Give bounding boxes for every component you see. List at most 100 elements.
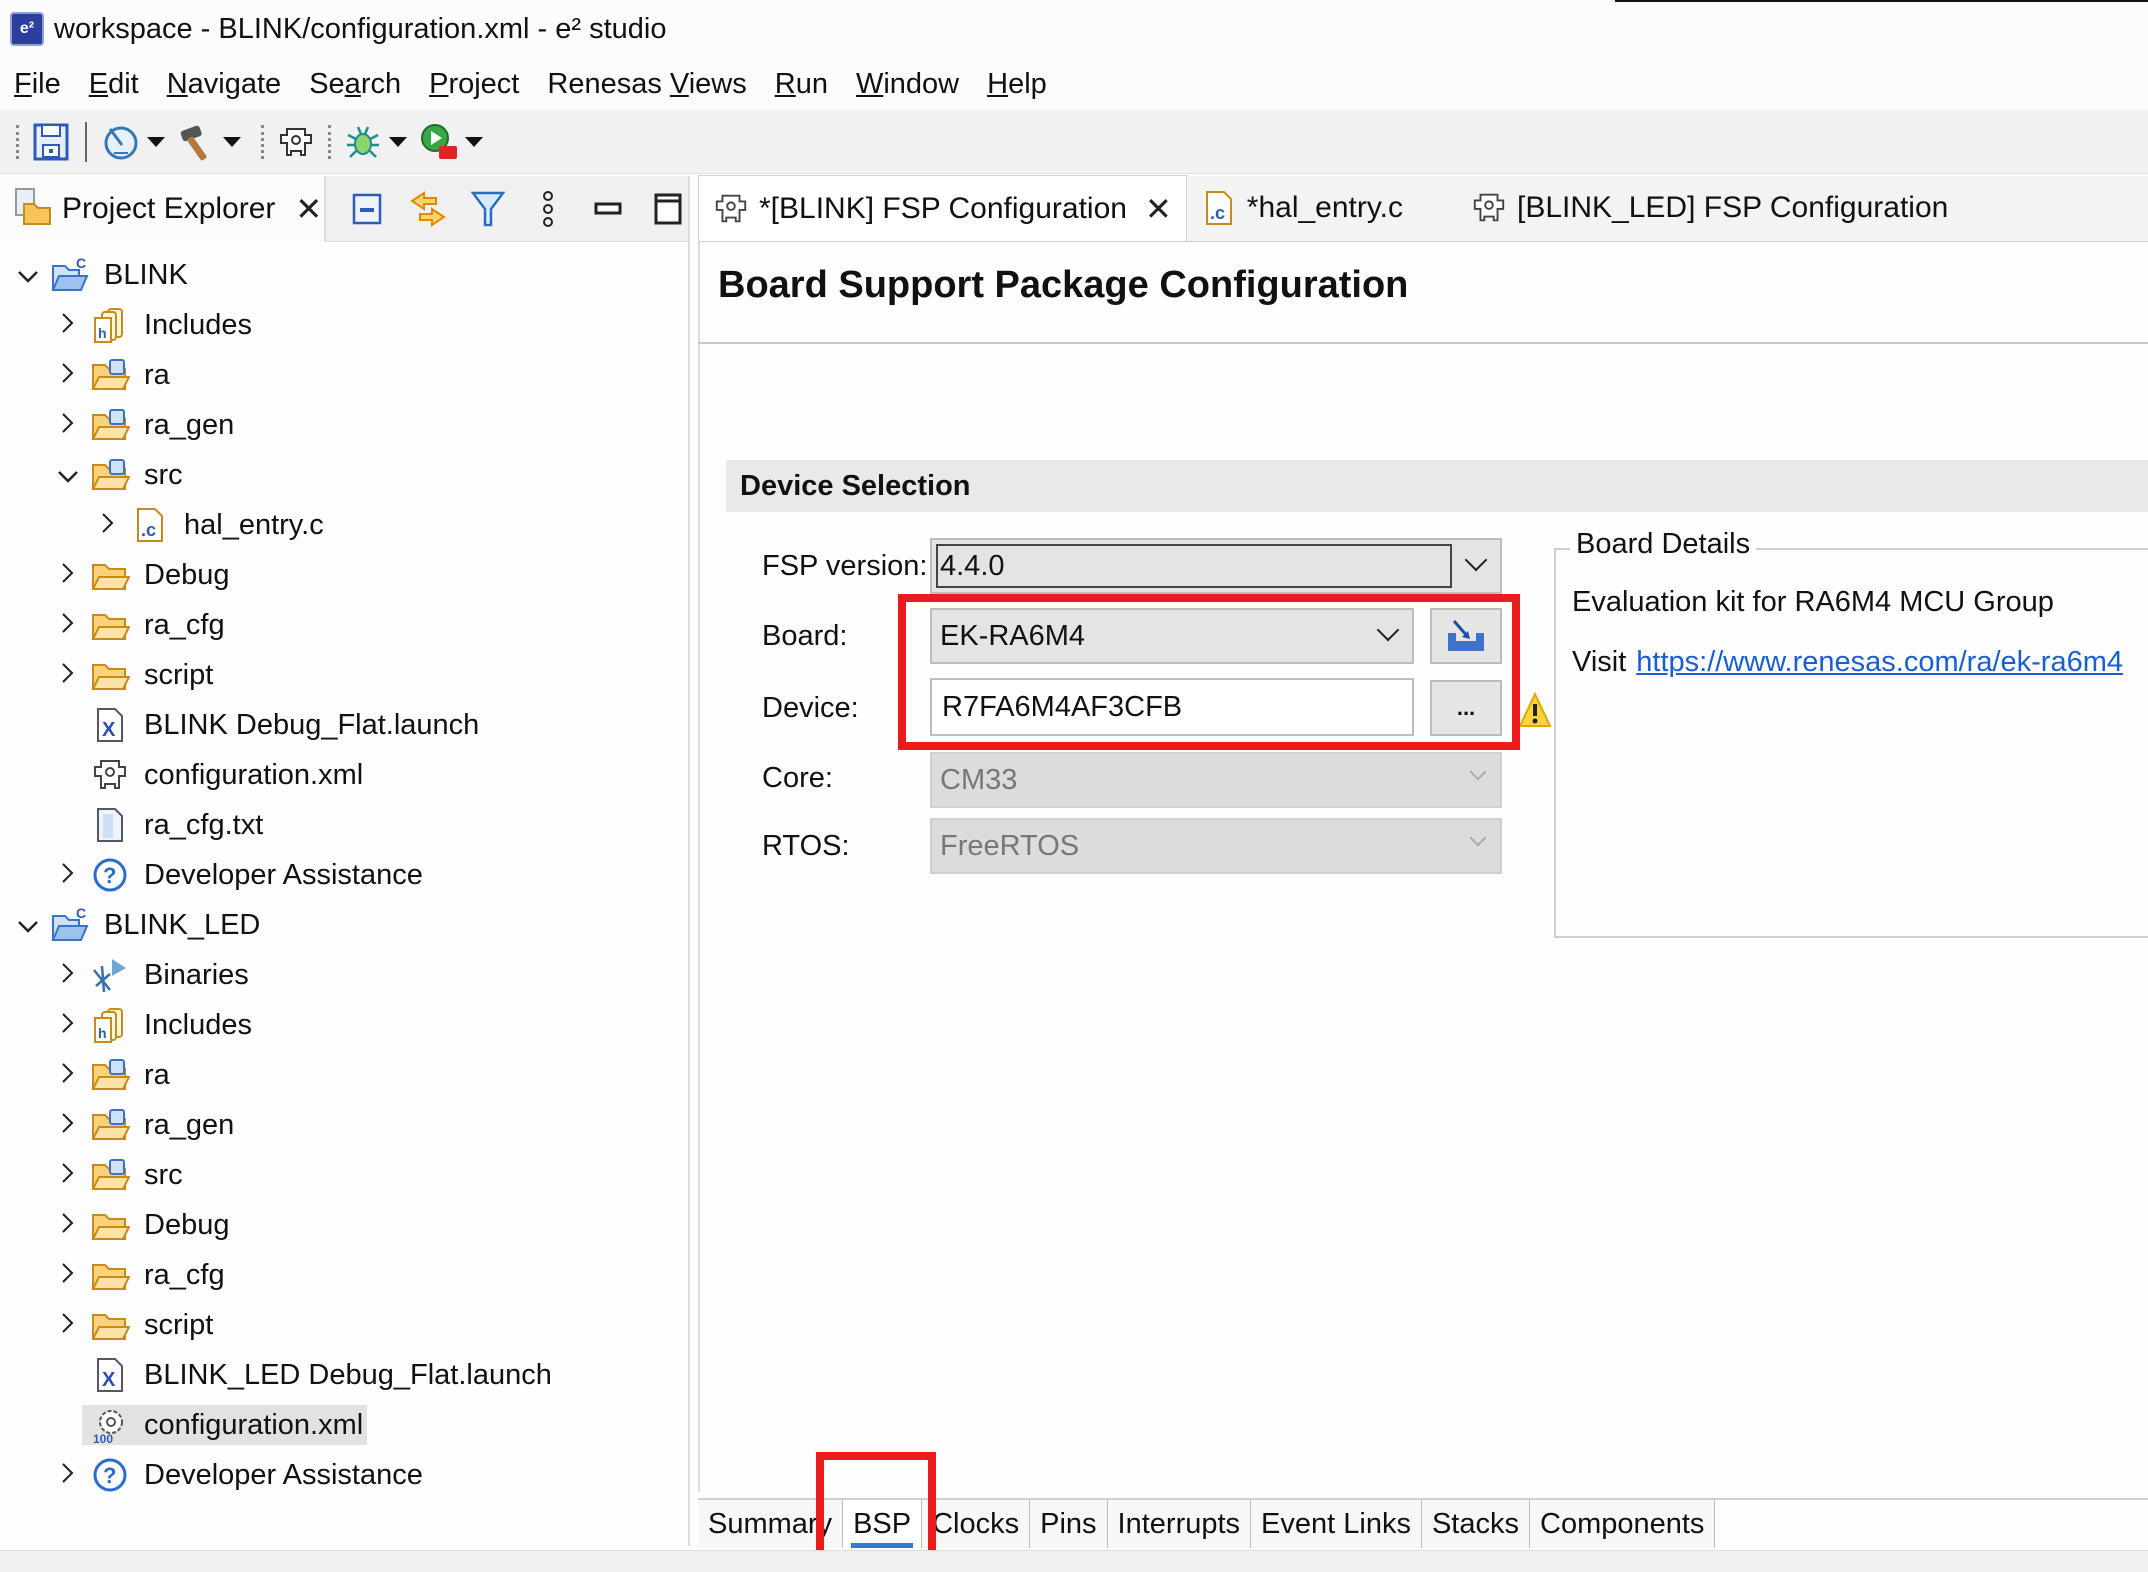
tab-summary[interactable]: Summary [698, 1500, 844, 1548]
chevron-right-icon[interactable] [54, 310, 82, 341]
view-menu-icon[interactable] [528, 187, 568, 231]
help-icon: ? [90, 855, 130, 895]
link-editor-icon[interactable] [408, 187, 448, 231]
editor-tab[interactable]: *[BLINK] FSP Configuration ✕ [698, 175, 1187, 241]
menu-project[interactable]: Project [429, 68, 519, 101]
chevron-right-icon[interactable] [54, 1160, 82, 1191]
chevron-right-icon[interactable] [54, 1210, 82, 1241]
fsp-version-label: FSP version: [762, 550, 928, 582]
minimize-icon[interactable] [588, 187, 628, 231]
board-dropdown[interactable]: EK-RA6M4 [930, 608, 1414, 664]
rtos-dropdown[interactable]: FreeRTOS [930, 818, 1502, 874]
tree-item[interactable]: ra_cfg [0, 1250, 688, 1300]
build-config-dropdown[interactable] [147, 136, 165, 147]
tree-item[interactable]: ra_gen [0, 400, 688, 450]
chevron-down-icon[interactable] [14, 260, 42, 291]
tree-item[interactable]: src [0, 1150, 688, 1200]
tree-item-label: Debug [144, 1208, 230, 1241]
browse-device-button[interactable]: ... [1430, 680, 1502, 736]
menu-window[interactable]: Window [856, 68, 959, 101]
menu-edit[interactable]: Edit [89, 68, 139, 101]
menu-search[interactable]: Search [309, 68, 401, 101]
tree-item[interactable]: script [0, 650, 688, 700]
menu-label-part: ile [31, 67, 61, 100]
chevron-right-icon[interactable] [54, 410, 82, 441]
tree-item[interactable]: ra_cfg.txt [0, 800, 688, 850]
rtos-value: FreeRTOS [940, 829, 1080, 862]
chevron-right-icon[interactable] [54, 1310, 82, 1341]
tree-item[interactable]: X BLINK_LED Debug_Flat.launch [0, 1350, 688, 1400]
tree-item[interactable]: X BLINK Debug_Flat.launch [0, 700, 688, 750]
tree-item[interactable]: ra [0, 1050, 688, 1100]
tree-item[interactable]: ra [0, 350, 688, 400]
menu-help[interactable]: Help [987, 68, 1047, 101]
chevron-right-icon[interactable] [54, 960, 82, 991]
collapse-all-icon[interactable] [348, 187, 388, 231]
board-link[interactable]: https://www.renesas.com/ra/ek-ra6m4 [1636, 646, 2123, 678]
tree-item[interactable]: .c hal_entry.c [0, 500, 688, 550]
chevron-down-icon [1376, 618, 1400, 642]
maximize-icon[interactable] [648, 187, 688, 231]
chevron-right-icon[interactable] [54, 1460, 82, 1491]
chevron-right-icon[interactable] [54, 1110, 82, 1141]
chevron-right-icon[interactable] [54, 610, 82, 641]
tree-item[interactable]: ? Developer Assistance [0, 850, 688, 900]
tree-item[interactable]: ra_cfg [0, 600, 688, 650]
chevron-right-icon[interactable] [54, 1260, 82, 1291]
tab-bsp[interactable]: BSP [843, 1500, 923, 1548]
tab-pins[interactable]: Pins [1030, 1500, 1108, 1548]
menu-renesas-views[interactable]: Renesas Views [547, 68, 746, 101]
tab-clocks[interactable]: Clocks [922, 1500, 1031, 1548]
menu-run[interactable]: Run [775, 68, 828, 101]
chevron-right-icon[interactable] [54, 1010, 82, 1041]
chevron-right-icon[interactable] [54, 860, 82, 891]
fsp-config-icon[interactable] [274, 120, 318, 164]
chevron-down-icon[interactable] [54, 460, 82, 491]
run-launch-icon[interactable] [417, 120, 461, 164]
tree-item[interactable]: ? Developer Assistance [0, 1450, 688, 1500]
tree-item[interactable]: Debug [0, 550, 688, 600]
tree-item[interactable]: C BLINK_LED [0, 900, 688, 950]
tab-components[interactable]: Components [1530, 1500, 1716, 1548]
tree-item[interactable]: configuration.xml [0, 750, 688, 800]
run-dropdown[interactable] [465, 136, 483, 147]
menu-navigate[interactable]: Navigate [167, 68, 281, 101]
tree-item[interactable]: C BLINK [0, 250, 688, 300]
chevron-down-icon[interactable] [14, 910, 42, 941]
fsp-version-dropdown[interactable]: 4.4.0 [930, 538, 1502, 594]
build-hammer-icon[interactable] [175, 120, 219, 164]
tree-item[interactable]: script [0, 1300, 688, 1350]
chevron-right-icon[interactable] [54, 660, 82, 691]
project-explorer-tab[interactable]: Project Explorer ✕ [0, 175, 326, 242]
debug-bug-icon[interactable] [341, 120, 385, 164]
tab-event-links[interactable]: Event Links [1251, 1500, 1422, 1548]
tree-item[interactable]: Binaries [0, 950, 688, 1000]
tree-item-content: src [82, 1155, 187, 1195]
tree-item[interactable]: Debug [0, 1200, 688, 1250]
build-dropdown[interactable] [223, 136, 241, 147]
chevron-right-icon[interactable] [54, 1060, 82, 1091]
tab-stacks[interactable]: Stacks [1421, 1500, 1530, 1548]
tree-item[interactable]: h Includes [0, 300, 688, 350]
tree-item[interactable]: h Includes [0, 1000, 688, 1050]
filter-icon[interactable] [468, 187, 508, 231]
import-board-button[interactable] [1430, 608, 1502, 664]
build-config-icon[interactable] [99, 120, 143, 164]
save-icon[interactable] [29, 120, 73, 164]
tab-interrupts[interactable]: Interrupts [1107, 1500, 1252, 1548]
c-project-icon: C [50, 255, 90, 295]
chevron-right-icon[interactable] [54, 360, 82, 391]
chevron-right-icon[interactable] [94, 510, 122, 541]
tree-item[interactable]: 100 configuration.xml [0, 1400, 688, 1450]
tree-item[interactable]: ra_gen [0, 1100, 688, 1150]
tree-item[interactable]: src [0, 450, 688, 500]
editor-tab[interactable]: .c *hal_entry.c [1187, 175, 1417, 241]
chevron-right-icon[interactable] [54, 560, 82, 591]
menu-file[interactable]: File [14, 68, 61, 101]
close-icon[interactable]: ✕ [295, 190, 322, 228]
menu-label-part: iews [688, 67, 747, 100]
debug-dropdown[interactable] [389, 136, 407, 147]
editor-tab[interactable]: [BLINK_LED] FSP Configuration [1457, 175, 1962, 241]
close-icon[interactable]: ✕ [1145, 190, 1172, 228]
device-input[interactable]: R7FA6M4AF3CFB [930, 678, 1414, 736]
